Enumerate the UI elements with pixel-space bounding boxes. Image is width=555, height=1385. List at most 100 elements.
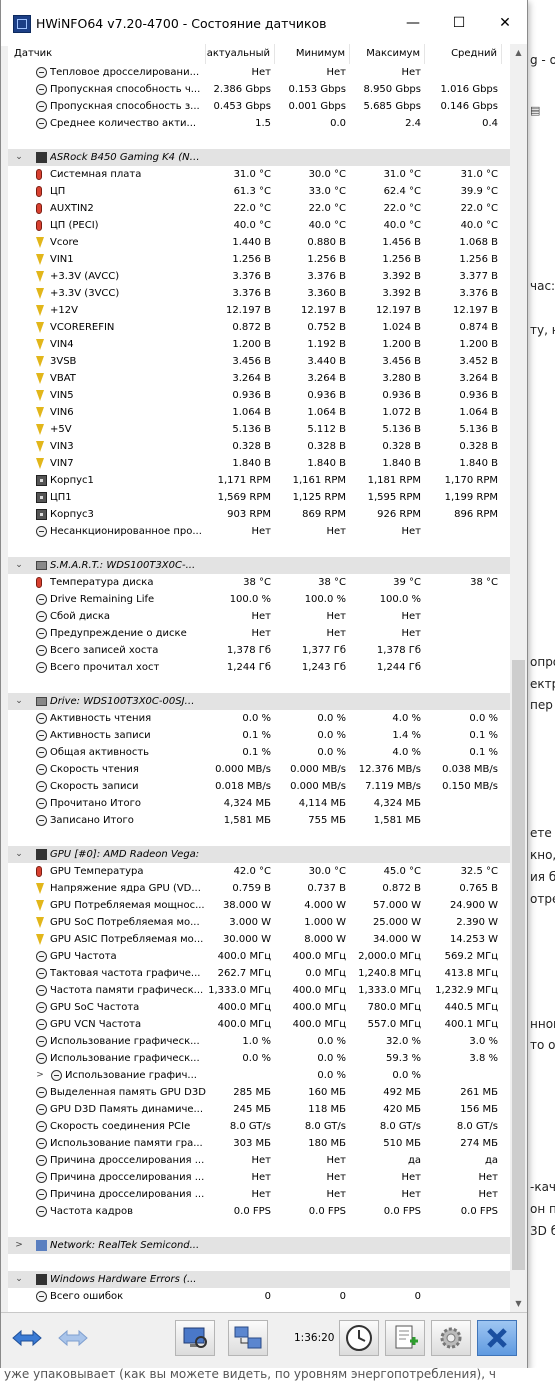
sensor-row[interactable]: ЦП (PECI) 40.0 °C 40.0 °C 40.0 °C 40.0 °C: [8, 217, 510, 234]
report-button[interactable]: [175, 1320, 215, 1356]
sensor-row[interactable]: GPU SoC Частота 400.0 МГц 400.0 МГц 780.0 М…: [8, 999, 510, 1016]
close-sensors-button[interactable]: [477, 1320, 517, 1356]
sensor-row[interactable]: Скорость соединения PCIe 8.0 GT/s 8.0 GT/s…: [8, 1118, 510, 1135]
collapse-expand-button[interactable]: [7, 1320, 47, 1356]
sensor-row[interactable]: ЦП1 1,569 RPM 1,125 RPM 1,595 RPM 1,199 RPM: [8, 489, 510, 506]
column-header-avg[interactable]: Средний: [425, 44, 502, 64]
sensor-group-row[interactable]: ⌄ GPU [#0]: AMD Radeon Vega:: [8, 846, 510, 863]
column-header-sensor[interactable]: Датчик: [8, 44, 206, 64]
clock-button[interactable]: [339, 1320, 379, 1356]
sensor-row[interactable]: VIN7 1.840 В 1.840 В 1.840 В 1.840 В: [8, 455, 510, 472]
sensor-row[interactable]: VIN4 1.200 В 1.192 В 1.200 В 1.200 В: [8, 336, 510, 353]
sensor-row[interactable]: GPU Потребляемая мощнос... 38.000 W 4.000 …: [8, 897, 510, 914]
collapse-chevron-icon[interactable]: ⌄: [14, 846, 24, 863]
minimize-button[interactable]: —: [393, 10, 433, 36]
scroll-down-arrow-icon[interactable]: ▼: [510, 1295, 527, 1312]
value-avg: Нет: [478, 1189, 499, 1200]
sensor-row[interactable]: Всего прочитал хост 1,244 Гб 1,243 Гб 1,244…: [8, 659, 510, 676]
add-log-button[interactable]: [385, 1320, 425, 1356]
sensor-list[interactable]: Тепловое дросселировани... Нет Нет Нет Пропу…: [8, 64, 510, 1312]
sensor-row[interactable]: Всего ошибок 0 0 0: [8, 1288, 510, 1305]
sensor-row[interactable]: +3.3V (AVCC) 3.376 В 3.376 В 3.392 В 3.377 В: [8, 268, 510, 285]
sensor-row[interactable]: Предупреждение о диске Нет Нет Нет: [8, 625, 510, 642]
sensor-group-row[interactable]: ⌄ Windows Hardware Errors (...: [8, 1271, 510, 1288]
value-cur: 1,378 Гб: [226, 645, 271, 656]
sensor-group-row[interactable]: ⌄ Drive: WDS100T3X0C-00SJG...: [8, 693, 510, 710]
sensor-row[interactable]: Drive Remaining Life 100.0 % 100.0 % 100.0 …: [8, 591, 510, 608]
sensor-row[interactable]: Использование графическ... 1.0 % 0.0 % 32.0…: [8, 1033, 510, 1050]
sensor-row[interactable]: VIN5 0.936 В 0.936 В 0.936 В 0.936 В: [8, 387, 510, 404]
collapse-chevron-icon[interactable]: ⌄: [14, 693, 24, 710]
expand-chevron-icon[interactable]: >: [14, 1237, 24, 1254]
collapse-chevron-icon[interactable]: ⌄: [14, 1271, 24, 1288]
collapse-chevron-icon[interactable]: ⌄: [14, 149, 24, 166]
sensor-row[interactable]: Корпус3 903 RPM 869 RPM 926 RPM 896 RPM: [8, 506, 510, 523]
sensor-row[interactable]: Частота кадров 0.0 FPS 0.0 FPS 0.0 FPS 0.0 F…: [8, 1203, 510, 1220]
settings-button[interactable]: [431, 1320, 471, 1356]
sensor-row[interactable]: Прочитано Итого 4,324 МБ 4,114 МБ 4,324 МБ: [8, 795, 510, 812]
sensor-row[interactable]: Частота памяти графическ... 1,333.0 МГц 40…: [8, 982, 510, 999]
sensor-row[interactable]: GPU ASIC Потребляемая мо... 30.000 W 8.000…: [8, 931, 510, 948]
sensor-row[interactable]: Активность записи 0.1 % 0.0 % 1.4 % 0.1 %: [8, 727, 510, 744]
sensor-row[interactable]: Vcore 1.440 В 0.880 В 1.456 В 1.068 В: [8, 234, 510, 251]
sensor-row[interactable]: > Использование графич... 0.0 % 0.0 %: [8, 1067, 510, 1084]
sensor-row[interactable]: +5V 5.136 В 5.112 В 5.136 В 5.136 В: [8, 421, 510, 438]
sensor-row[interactable]: Всего записей хоста 1,378 Гб 1,377 Гб 1,378…: [8, 642, 510, 659]
sensor-row[interactable]: Пропускная способность з... 0.453 Gbps 0.0…: [8, 98, 510, 115]
value-min: 0.328 В: [307, 441, 346, 452]
sensor-row[interactable]: GPU VCN Частота 400.0 МГц 400.0 МГц 557.0 М…: [8, 1016, 510, 1033]
sensor-row[interactable]: Записано Итого 1,581 МБ 755 МБ 1,581 МБ: [8, 812, 510, 829]
sensor-row[interactable]: Использование памяти гра... 303 МБ 180 МБ 5…: [8, 1135, 510, 1152]
sensor-row[interactable]: Тепловое дросселировани... Нет Нет Нет: [8, 64, 510, 81]
maximize-button[interactable]: ☐: [439, 10, 479, 36]
sensor-row[interactable]: Выделенная память GPU D3D 285 МБ 160 МБ 492…: [8, 1084, 510, 1101]
column-header-max[interactable]: Максимум: [350, 44, 425, 64]
sensor-row[interactable]: Напряжение ядра GPU (VD... 0.759 В 0.737 В…: [8, 880, 510, 897]
sensor-row[interactable]: Системная плата 31.0 °C 30.0 °C 31.0 °C 31.0…: [8, 166, 510, 183]
sensor-row[interactable]: GPU D3D Память динамиче... 245 МБ 118 МБ 42…: [8, 1101, 510, 1118]
sensor-row[interactable]: Несанкционированное про... Нет Нет Нет: [8, 523, 510, 540]
sensor-row[interactable]: Пропускная способность ч... 2.386 Gbps 0.1…: [8, 81, 510, 98]
sensor-row[interactable]: +3.3V (3VCC) 3.376 В 3.360 В 3.392 В 3.376 В: [8, 285, 510, 302]
sensor-row[interactable]: Температура диска 38 °C 38 °C 39 °C 38 °C: [8, 574, 510, 591]
sensor-row[interactable]: VIN3 0.328 В 0.328 В 0.328 В 0.328 В: [8, 438, 510, 455]
sensor-row[interactable]: VIN6 1.064 В 1.064 В 1.072 В 1.064 В: [8, 404, 510, 421]
network-button[interactable]: [228, 1320, 268, 1356]
sensor-row[interactable]: Причина дросселирования ... Нет Нет да да: [8, 1152, 510, 1169]
sensor-row[interactable]: Тактовая частота графиче... 262.7 МГц 0.0 …: [8, 965, 510, 982]
sensor-row[interactable]: Скорость чтения 0.000 MB/s 0.000 MB/s 12.37…: [8, 761, 510, 778]
sensor-row[interactable]: Причина дросселирования ... Нет Нет Нет Нет: [8, 1186, 510, 1203]
sensor-row[interactable]: GPU Температура 42.0 °C 30.0 °C 45.0 °C 32.5…: [8, 863, 510, 880]
sensor-row[interactable]: Скорость записи 0.018 MB/s 0.000 MB/s 7.119…: [8, 778, 510, 795]
expand-chevron-icon[interactable]: >: [35, 1067, 45, 1084]
sensor-row[interactable]: VCOREREFIN 0.872 В 0.752 В 1.024 В 0.874 В: [8, 319, 510, 336]
scroll-up-arrow-icon[interactable]: ▲: [510, 44, 527, 61]
sensor-row[interactable]: Корпус1 1,171 RPM 1,161 RPM 1,181 RPM 1,170 …: [8, 472, 510, 489]
sensor-row[interactable]: Сбой диска Нет Нет Нет: [8, 608, 510, 625]
scrollbar-thumb[interactable]: [512, 660, 525, 1270]
sensor-row[interactable]: VIN1 1.256 В 1.256 В 1.256 В 1.256 В: [8, 251, 510, 268]
sensor-row[interactable]: Использование графическ... 0.0 % 0.0 % 59.3…: [8, 1050, 510, 1067]
layout-toggle-button[interactable]: [53, 1320, 93, 1356]
sensor-group-row[interactable]: > Network: RealTek Semicond...: [8, 1237, 510, 1254]
sensor-row[interactable]: GPU Частота 400.0 МГц 400.0 МГц 2,000.0 МГц…: [8, 948, 510, 965]
collapse-chevron-icon[interactable]: ⌄: [14, 557, 24, 574]
value-max: Нет: [401, 611, 422, 622]
sensor-row[interactable]: Активность чтения 0.0 % 0.0 % 4.0 % 0.0 %: [8, 710, 510, 727]
close-button[interactable]: ✕: [485, 10, 525, 36]
sensor-row[interactable]: AUXTIN2 22.0 °C 22.0 °C 22.0 °C 22.0 °C: [8, 200, 510, 217]
sensor-row[interactable]: +12V 12.197 В 12.197 В 12.197 В 12.197 В: [8, 302, 510, 319]
sensor-group-row[interactable]: ⌄ ASRock B450 Gaming K4 (Nu...: [8, 149, 510, 166]
sensor-row[interactable]: 3VSB 3.456 В 3.440 В 3.456 В 3.452 В: [8, 353, 510, 370]
sensor-row[interactable]: Причина дросселирования ... Нет Нет Нет Нет: [8, 1169, 510, 1186]
column-header-min[interactable]: Минимум: [275, 44, 350, 64]
vertical-scrollbar[interactable]: ▲ ▼: [510, 44, 527, 1312]
sensor-row[interactable]: ЦП 61.3 °C 33.0 °C 62.4 °C 39.9 °C: [8, 183, 510, 200]
sensor-row[interactable]: Общая активность 0.1 % 0.0 % 4.0 % 0.1 %: [8, 744, 510, 761]
sensor-group-row[interactable]: ⌄ S.M.A.R.T.: WDS100T3X0C-...: [8, 557, 510, 574]
sensor-row[interactable]: Среднее количество акти... 1.5 0.0 2.4 0.4: [8, 115, 510, 132]
sensor-row[interactable]: VBAT 3.264 В 3.264 В 3.280 В 3.264 В: [8, 370, 510, 387]
sensor-row[interactable]: GPU SoC Потребляемая мо... 3.000 W 1.000 W…: [8, 914, 510, 931]
title-bar[interactable]: HWiNFO64 v7.20-4700 - Состояние датчиков…: [1, 0, 527, 46]
column-header-current[interactable]: актуальный: [206, 44, 275, 64]
